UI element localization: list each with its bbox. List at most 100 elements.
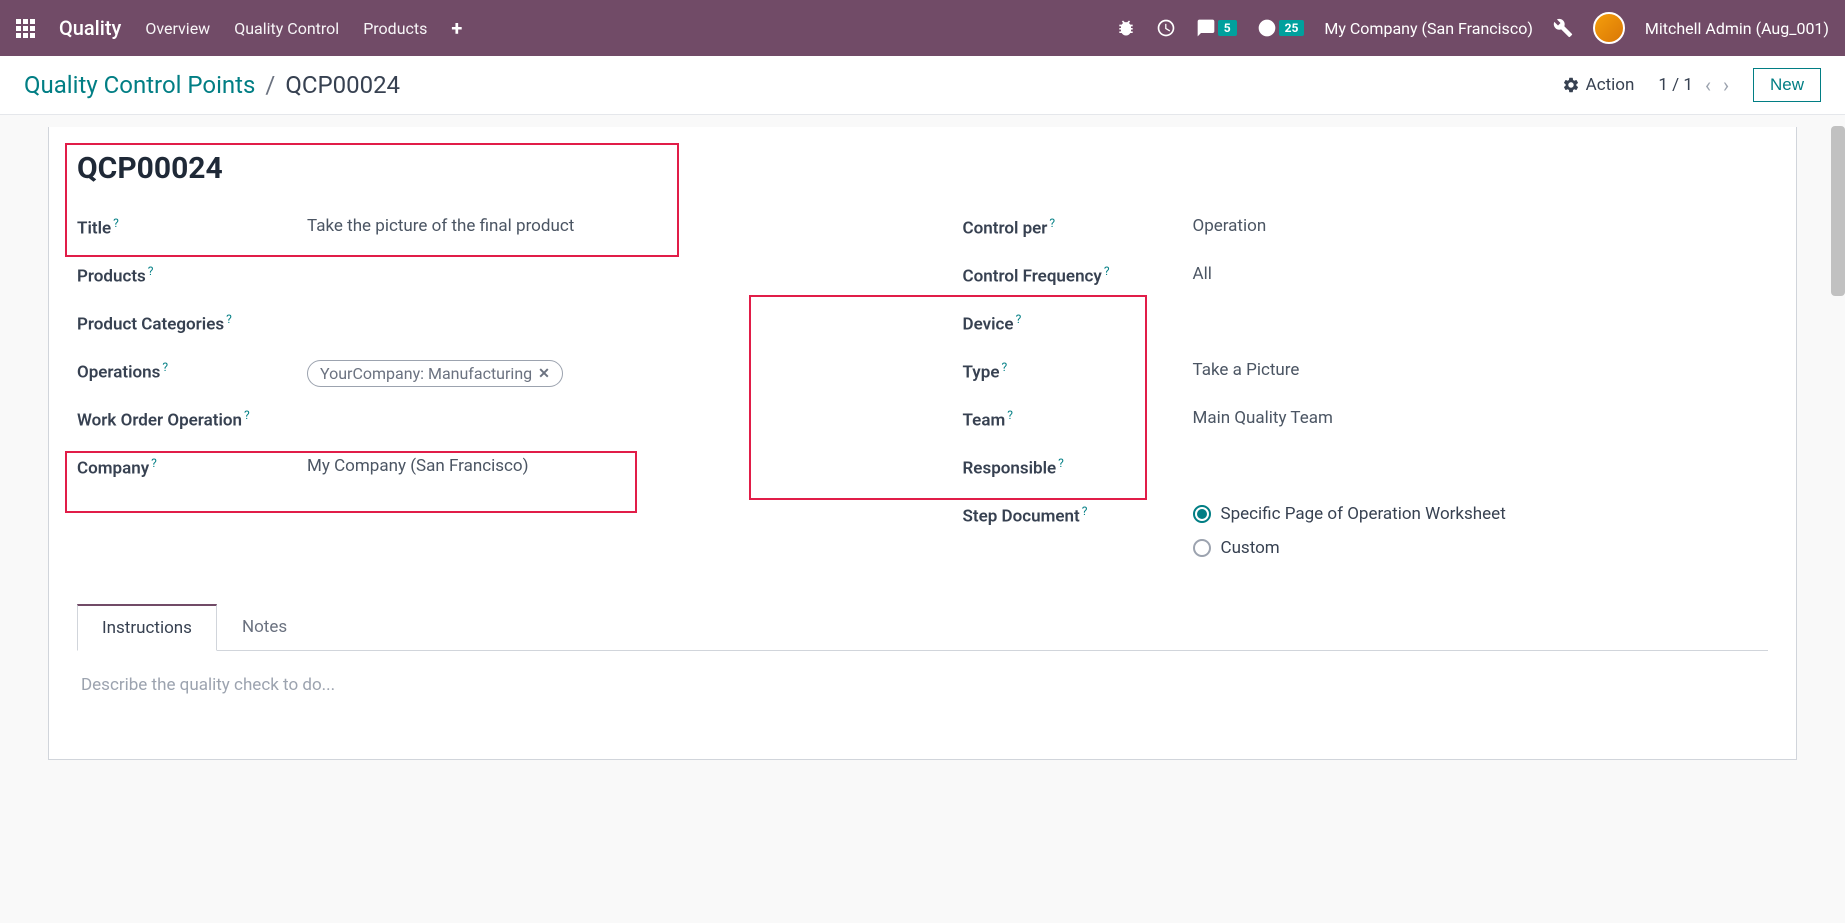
new-button[interactable]: New [1753,68,1821,102]
label-control-frequency: Control Frequency? [963,264,1193,287]
row-responsible: Responsible? [963,446,1769,494]
timer-icon[interactable] [1156,18,1176,38]
label-type: Type? [963,360,1193,383]
help-icon[interactable]: ? [1001,360,1007,374]
operation-tag[interactable]: YourCompany: Manufacturing ✕ [307,360,563,387]
row-work-order-operation: Work Order Operation? [77,398,883,446]
new-app-button[interactable]: + [451,16,462,40]
scrollbar-thumb[interactable] [1831,126,1845,296]
pager-text: 1 / 1 [1658,75,1693,95]
label-company: Company? [77,456,307,479]
value-type[interactable]: Take a Picture [1193,360,1769,380]
radio-custom[interactable]: Custom [1193,538,1769,558]
action-menu[interactable]: Action [1562,75,1635,95]
label-responsible: Responsible? [963,456,1193,479]
help-icon[interactable]: ? [1058,456,1064,470]
row-products: Products? [77,254,883,302]
help-icon[interactable]: ? [244,408,250,422]
action-bar: Quality Control Points / QCP00024 Action… [0,56,1845,115]
company-selector[interactable]: My Company (San Francisco) [1324,19,1533,38]
label-device: Device? [963,312,1193,335]
tab-bar: Instructions Notes [77,604,1768,651]
chat-icon[interactable]: 5 [1196,18,1237,38]
row-company: Company? My Company (San Francisco) [77,446,883,494]
activity-icon[interactable]: 25 [1257,18,1305,38]
breadcrumb-parent[interactable]: Quality Control Points [24,71,255,99]
value-company[interactable]: My Company (San Francisco) [307,456,883,476]
value-step-document: Specific Page of Operation Worksheet Cus… [1193,504,1769,558]
label-operations: Operations? [77,360,307,383]
navbar-right: 5 25 My Company (San Francisco) Mitchell… [1116,12,1829,44]
help-icon[interactable]: ? [226,312,232,326]
help-icon[interactable]: ? [162,360,168,374]
row-product-categories: Product Categories? [77,302,883,350]
form-column-left: Title? Take the picture of the final pro… [77,206,883,568]
nav-products[interactable]: Products [363,19,427,38]
help-icon[interactable]: ? [113,216,119,230]
pager-prev-icon[interactable]: ‹ [1705,73,1711,97]
label-product-categories: Product Categories? [77,312,307,335]
row-step-document: Step Document? Specific Page of Operatio… [963,494,1769,568]
breadcrumb: Quality Control Points / QCP00024 [24,71,400,99]
help-icon[interactable]: ? [1082,504,1088,518]
help-icon[interactable]: ? [1016,312,1022,326]
row-team: Team? Main Quality Team [963,398,1769,446]
value-team[interactable]: Main Quality Team [1193,408,1769,428]
activity-badge: 25 [1279,20,1305,36]
tag-remove-icon[interactable]: ✕ [538,366,550,382]
row-device: Device? [963,302,1769,350]
tag-label: YourCompany: Manufacturing [320,364,532,383]
label-control-per: Control per? [963,216,1193,239]
value-control-frequency[interactable]: All [1193,264,1769,284]
chat-badge: 5 [1218,20,1237,36]
value-title[interactable]: Take the picture of the final product [307,216,883,236]
help-icon[interactable]: ? [1007,408,1013,422]
help-icon[interactable]: ? [148,264,154,278]
step-document-radio-group: Specific Page of Operation Worksheet Cus… [1193,504,1769,558]
user-avatar[interactable] [1593,12,1625,44]
label-products: Products? [77,264,307,287]
label-title: Title? [77,216,307,239]
row-control-per: Control per? Operation [963,206,1769,254]
row-control-frequency: Control Frequency? All [963,254,1769,302]
form-column-right: Control per? Operation Control Frequency… [963,206,1769,568]
label-step-document: Step Document? [963,504,1193,527]
row-title: Title? Take the picture of the final pro… [77,206,883,254]
record-title[interactable]: QCP00024 [77,151,1768,186]
label-team: Team? [963,408,1193,431]
nav-overview[interactable]: Overview [145,19,210,38]
nav-quality-control[interactable]: Quality Control [234,19,339,38]
gear-icon [1562,76,1580,94]
tab-notes[interactable]: Notes [217,604,312,651]
app-name[interactable]: Quality [59,16,121,40]
navbar-left: Quality Overview Quality Control Product… [16,16,462,40]
value-operations[interactable]: YourCompany: Manufacturing ✕ [307,360,883,387]
radio-unchecked-icon [1193,539,1211,557]
radio-label-custom: Custom [1221,538,1280,558]
radio-checked-icon [1193,505,1211,523]
form-container: QCP00024 Title? Take the picture of the … [0,127,1845,760]
form-sheet: QCP00024 Title? Take the picture of the … [48,127,1797,760]
help-icon[interactable]: ? [1104,264,1110,278]
help-icon[interactable]: ? [1049,216,1055,230]
form-columns: Title? Take the picture of the final pro… [77,206,1768,568]
pager-next-icon[interactable]: › [1723,73,1729,97]
row-type: Type? Take a Picture [963,350,1769,398]
radio-specific-page[interactable]: Specific Page of Operation Worksheet [1193,504,1769,524]
label-work-order-operation: Work Order Operation? [77,408,307,431]
value-control-per[interactable]: Operation [1193,216,1769,236]
tab-content-instructions: Describe the quality check to do... [77,651,1768,719]
apps-menu-icon[interactable] [16,19,35,38]
action-bar-right: Action 1 / 1 ‹ › New [1562,68,1821,102]
action-label: Action [1586,75,1635,95]
breadcrumb-separator: / [265,71,275,99]
tab-instructions[interactable]: Instructions [77,604,217,651]
user-name[interactable]: Mitchell Admin (Aug_001) [1645,19,1829,38]
instructions-placeholder[interactable]: Describe the quality check to do... [81,675,1764,695]
tools-icon[interactable] [1553,18,1573,38]
radio-label-specific: Specific Page of Operation Worksheet [1221,504,1506,524]
pager: 1 / 1 ‹ › [1658,73,1729,97]
row-operations: Operations? YourCompany: Manufacturing ✕ [77,350,883,398]
help-icon[interactable]: ? [151,456,157,470]
bug-icon[interactable] [1116,18,1136,38]
